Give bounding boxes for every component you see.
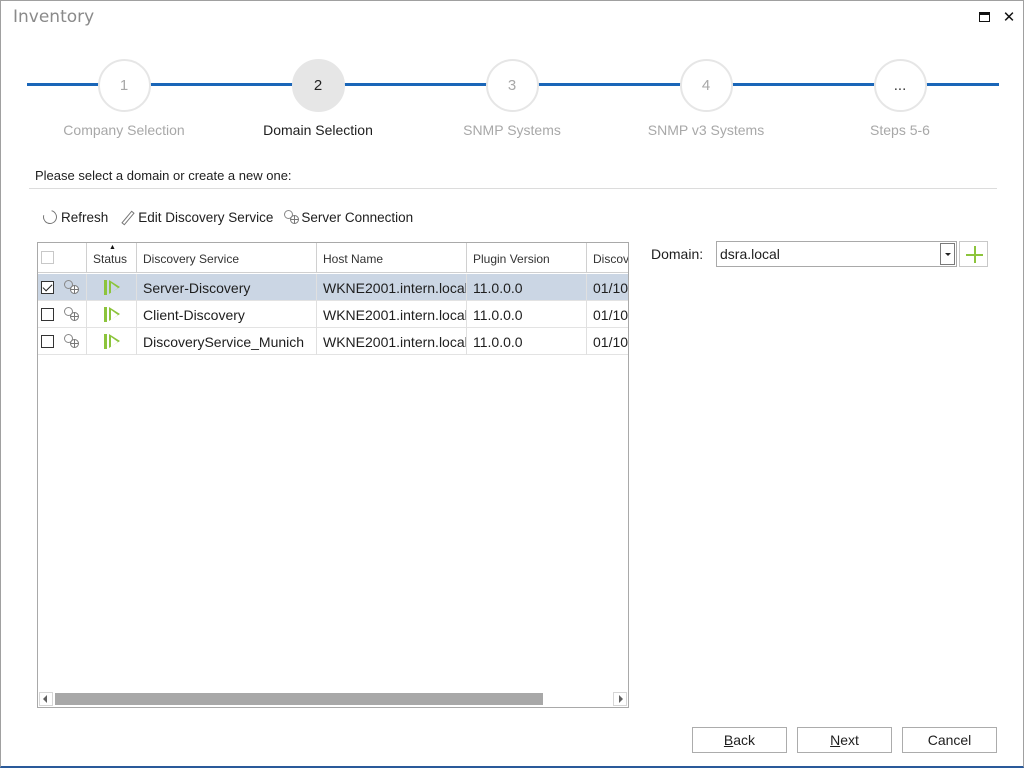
table-row[interactable]: Server-Discovery WKNE2001.intern.local 1…: [38, 274, 628, 301]
step-label: SNMP Systems: [463, 122, 561, 138]
toolbar: Refresh Edit Discovery Service Server Co…: [40, 207, 413, 227]
table-row[interactable]: Client-Discovery WKNE2001.intern.local 1…: [38, 301, 628, 328]
domain-label: Domain:: [651, 246, 704, 262]
running-status-icon: [104, 280, 120, 296]
server-connection-button[interactable]: Server Connection: [283, 208, 413, 226]
server-connection-icon: [63, 333, 81, 349]
header-status[interactable]: ▲ Status: [87, 243, 137, 273]
plugin-version: 11.0.0.0: [467, 301, 587, 328]
next-button[interactable]: Next: [797, 727, 892, 753]
step-snmp-v3-systems[interactable]: 4 SNMP v3 Systems: [606, 59, 806, 138]
service-name: Server-Discovery: [137, 274, 317, 301]
row-checkbox[interactable]: [41, 308, 54, 321]
maximize-button[interactable]: [975, 7, 995, 27]
back-button[interactable]: Back: [692, 727, 787, 753]
step-snmp-systems[interactable]: 3 SNMP Systems: [412, 59, 612, 138]
table-row[interactable]: DiscoveryService_Munich WKNE2001.intern.…: [38, 328, 628, 355]
close-icon: ✕: [1002, 8, 1016, 26]
step-company-selection[interactable]: 1 Company Selection: [24, 59, 224, 138]
header-host-name[interactable]: Host Name: [317, 243, 467, 273]
header-discovery[interactable]: Discov: [587, 243, 628, 273]
row-checkbox[interactable]: [41, 281, 54, 294]
refresh-button[interactable]: Refresh: [40, 207, 109, 227]
step-label: SNMP v3 Systems: [647, 122, 765, 138]
status-cell: [87, 274, 137, 301]
server-connection-label: Server Connection: [301, 209, 414, 225]
server-connection-icon: [283, 209, 301, 225]
scroll-right-button[interactable]: [613, 692, 627, 706]
status-cell: [87, 301, 137, 328]
step-label: Steps 5-6: [870, 122, 930, 138]
step-domain-selection[interactable]: 2 Domain Selection: [218, 59, 418, 138]
close-button[interactable]: ✕: [999, 7, 1019, 27]
discovery-services-grid: ▲ Status Discovery Service Host Name Plug…: [37, 242, 629, 708]
step-circle: ...: [873, 59, 927, 112]
header-discovery-service[interactable]: Discovery Service: [137, 243, 317, 273]
discovery-date: 01/10: [587, 274, 628, 301]
select-all-checkbox[interactable]: [41, 251, 54, 264]
edit-discovery-service-button[interactable]: Edit Discovery Service: [118, 208, 273, 226]
scrollbar-thumb[interactable]: [55, 693, 543, 705]
status-cell: [87, 328, 137, 355]
plugin-version: 11.0.0.0: [467, 274, 587, 301]
server-connection-icon: [63, 306, 81, 322]
discovery-date: 01/10: [587, 301, 628, 328]
cancel-button[interactable]: Cancel: [902, 727, 997, 753]
service-name: Client-Discovery: [137, 301, 317, 328]
window-title: Inventory: [13, 7, 95, 27]
discovery-date: 01/10: [587, 328, 628, 355]
chevron-down-icon[interactable]: [940, 243, 955, 265]
server-connection-icon: [63, 279, 81, 295]
header-plugin-version[interactable]: Plugin Version: [467, 243, 587, 273]
host-name: WKNE2001.intern.local: [317, 328, 467, 355]
service-name: DiscoveryService_Munich: [137, 328, 317, 355]
host-name: WKNE2001.intern.local: [317, 274, 467, 301]
inventory-window: Inventory ✕ 1 Company Selection 2 Domain…: [0, 0, 1024, 768]
maximize-icon: [979, 12, 990, 22]
running-status-icon: [104, 307, 120, 323]
sort-asc-icon: ▲: [109, 244, 116, 251]
refresh-label: Refresh: [61, 209, 109, 225]
divider: [29, 188, 997, 189]
grid-header: ▲ Status Discovery Service Host Name Plug…: [38, 243, 628, 273]
add-domain-button[interactable]: [959, 241, 988, 267]
scroll-left-button[interactable]: [39, 692, 53, 706]
refresh-icon: [40, 207, 60, 227]
domain-select[interactable]: dsra.local: [716, 241, 957, 267]
host-name: WKNE2001.intern.local: [317, 301, 467, 328]
step-circle: 2: [291, 59, 345, 112]
step-circle: 1: [97, 59, 151, 112]
row-checkbox[interactable]: [41, 335, 54, 348]
step-label: Domain Selection: [263, 122, 373, 138]
step-more[interactable]: ... Steps 5-6: [800, 59, 1000, 138]
running-status-icon: [104, 334, 120, 350]
pencil-icon: [118, 208, 136, 226]
step-circle: 3: [485, 59, 539, 112]
horizontal-scrollbar[interactable]: [39, 692, 627, 706]
domain-value: dsra.local: [720, 246, 780, 262]
plugin-version: 11.0.0.0: [467, 328, 587, 355]
edit-label: Edit Discovery Service: [138, 209, 274, 225]
step-label: Company Selection: [63, 122, 185, 138]
step-circle: 4: [679, 59, 733, 112]
header-select-all[interactable]: [38, 243, 87, 273]
instruction-text: Please select a domain or create a new o…: [35, 168, 292, 183]
